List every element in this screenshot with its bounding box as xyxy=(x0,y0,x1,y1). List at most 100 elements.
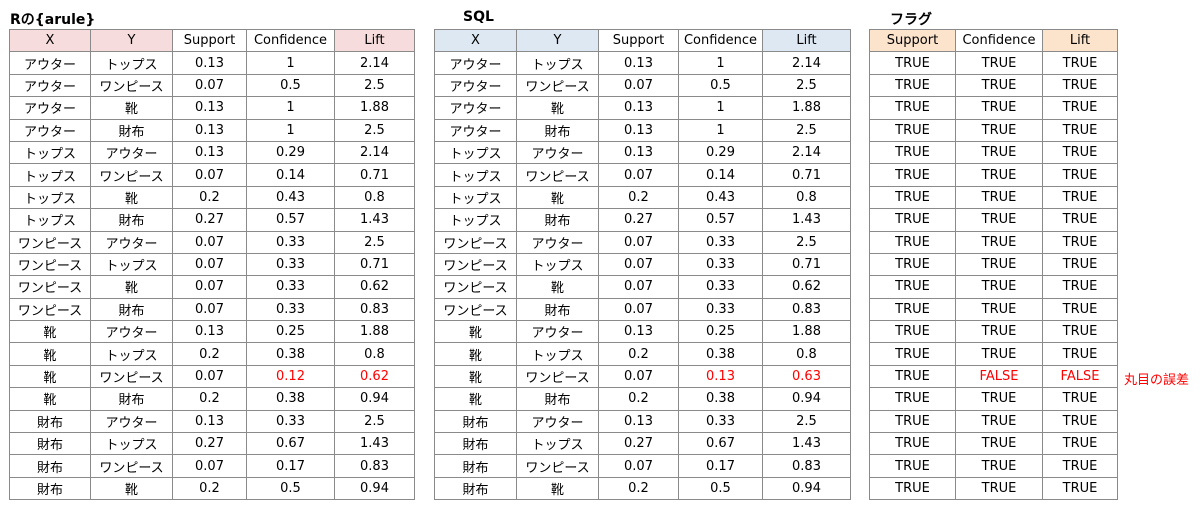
table-cell: TRUE xyxy=(869,51,956,75)
table-cell: アウター xyxy=(434,96,517,120)
table-header-row: X Y Support Confidence Lift xyxy=(434,28,851,53)
table-cell: 0.94 xyxy=(762,387,851,411)
table-row: TRUE TRUE TRUE xyxy=(869,185,1118,210)
table-cell: 0.43 xyxy=(678,185,763,210)
table-cell: ワンピース xyxy=(516,364,599,389)
table-cell: 1.88 xyxy=(762,320,851,344)
table-row: TRUE TRUE TRUE xyxy=(869,409,1118,434)
table-cell: 0.57 xyxy=(678,208,763,232)
table-cell: 1.88 xyxy=(334,320,415,344)
table-cell: アウター xyxy=(434,73,517,98)
table-cell: トップス xyxy=(9,185,91,210)
table-cell: 2.5 xyxy=(762,73,851,98)
table-cell: 0.2 xyxy=(598,476,679,501)
table-row: ワンピース トップス 0.07 0.33 0.71 xyxy=(9,252,415,277)
table-cell: 0.33 xyxy=(678,275,763,299)
table-cell: ワンピース xyxy=(9,252,91,277)
table-row: TRUE TRUE TRUE xyxy=(869,208,1118,232)
table-cell: TRUE xyxy=(869,387,956,411)
table-row: 財布靴 0.2 0.5 0.94 xyxy=(434,476,851,501)
table-row: TRUE FALSE FALSE xyxy=(869,364,1118,389)
table-cell: 0.71 xyxy=(334,252,415,277)
flag-table: Support Confidence Lift TRUE TRUE TRUE TRUE… xyxy=(869,28,1118,501)
table-cell: TRUE xyxy=(869,73,956,98)
table-row: TRUE TRUE TRUE xyxy=(869,432,1118,456)
table-cell: FALSE xyxy=(1042,364,1118,389)
table-cell: 0.71 xyxy=(334,163,415,187)
table-cell: TRUE xyxy=(955,320,1043,344)
table-cell: TRUE xyxy=(869,297,956,322)
table-cell: TRUE xyxy=(955,208,1043,232)
table-cell: TRUE xyxy=(955,73,1043,98)
column-header-lift: Lift xyxy=(762,28,851,53)
table-cell: 1 xyxy=(246,118,335,142)
table-cell: TRUE xyxy=(1042,140,1118,165)
table-cell: 0.33 xyxy=(678,297,763,322)
table-row: 靴財布 0.2 0.38 0.94 xyxy=(434,387,851,411)
table-row: アウター 財布 0.13 1 2.5 xyxy=(9,118,415,142)
table-cell: トップス xyxy=(434,185,517,210)
column-header-x: X xyxy=(434,28,517,53)
table-cell: トップス xyxy=(90,432,173,456)
table-cell: TRUE xyxy=(955,342,1043,366)
table-cell: 2.14 xyxy=(334,51,415,75)
table-cell: 2.5 xyxy=(334,230,415,254)
table-cell: トップス xyxy=(9,140,91,165)
table-cell: 財布 xyxy=(434,476,517,501)
table-row: 財布 トップス 0.27 0.67 1.43 xyxy=(9,432,415,456)
table-row: TRUE TRUE TRUE xyxy=(869,73,1118,98)
table-cell: 0.71 xyxy=(762,163,851,187)
table-cell: 0.71 xyxy=(762,252,851,277)
table-cell: 財布 xyxy=(434,454,517,478)
table-cell: 2.5 xyxy=(334,118,415,142)
table-cell: TRUE xyxy=(869,432,956,456)
table-cell: 0.2 xyxy=(172,387,247,411)
table-cell: 靴 xyxy=(90,476,173,501)
table-row: TRUE TRUE TRUE xyxy=(869,51,1118,75)
table-row: トップス アウター 0.13 0.29 2.14 xyxy=(9,140,415,165)
table-cell: アウター xyxy=(516,320,599,344)
table-row: トップス靴 0.2 0.43 0.8 xyxy=(9,185,415,210)
table-cell: 靴 xyxy=(9,320,91,344)
table-cell: 0.33 xyxy=(246,409,335,434)
table-cell: 1 xyxy=(678,51,763,75)
table-cell: 2.5 xyxy=(762,118,851,142)
table-cell: 0.29 xyxy=(678,140,763,165)
table-cell: TRUE xyxy=(1042,454,1118,478)
table-cell: TRUE xyxy=(869,364,956,389)
table-row: TRUE TRUE TRUE xyxy=(869,230,1118,254)
table-cell: TRUE xyxy=(955,275,1043,299)
table-cell: 0.13 xyxy=(598,51,679,75)
table-row: アウター靴 0.13 1 1.88 xyxy=(9,96,415,120)
table-cell: TRUE xyxy=(1042,275,1118,299)
table-row: 財布 アウター 0.13 0.33 2.5 xyxy=(9,409,415,434)
table-cell: 0.57 xyxy=(246,208,335,232)
table-cell: ワンピース xyxy=(516,163,599,187)
table-cell: 1.43 xyxy=(762,208,851,232)
table-cell: 0.07 xyxy=(598,252,679,277)
table-cell: 0.13 xyxy=(598,409,679,434)
table-cell: 0.12 xyxy=(246,364,335,389)
column-header-confidence: Confidence xyxy=(246,28,335,53)
table-cell: 0.25 xyxy=(246,320,335,344)
table-cell: 0.2 xyxy=(598,185,679,210)
table-cell: 0.13 xyxy=(172,409,247,434)
table-cell: TRUE xyxy=(1042,163,1118,187)
table-cell: ワンピース xyxy=(434,230,517,254)
table-cell: TRUE xyxy=(1042,252,1118,277)
column-header-confidence: Confidence xyxy=(678,28,763,53)
table-cell: 0.07 xyxy=(598,163,679,187)
table-cell: 財布 xyxy=(90,387,173,411)
table-row: TRUE TRUE TRUE xyxy=(869,297,1118,322)
table-cell: 1 xyxy=(246,96,335,120)
table-cell: TRUE xyxy=(1042,185,1118,210)
table-row: アウター ワンピース 0.07 0.5 2.5 xyxy=(9,73,415,98)
table-row: TRUE TRUE TRUE xyxy=(869,387,1118,411)
table-row: 靴アウター 0.13 0.25 1.88 xyxy=(9,320,415,344)
r-table-title: Rの{arule} xyxy=(10,12,96,28)
column-header-lift: Lift xyxy=(334,28,415,53)
table-cell: 0.8 xyxy=(762,185,851,210)
table-cell: 0.43 xyxy=(246,185,335,210)
table-cell: TRUE xyxy=(869,409,956,434)
table-cell: 靴 xyxy=(434,342,517,366)
